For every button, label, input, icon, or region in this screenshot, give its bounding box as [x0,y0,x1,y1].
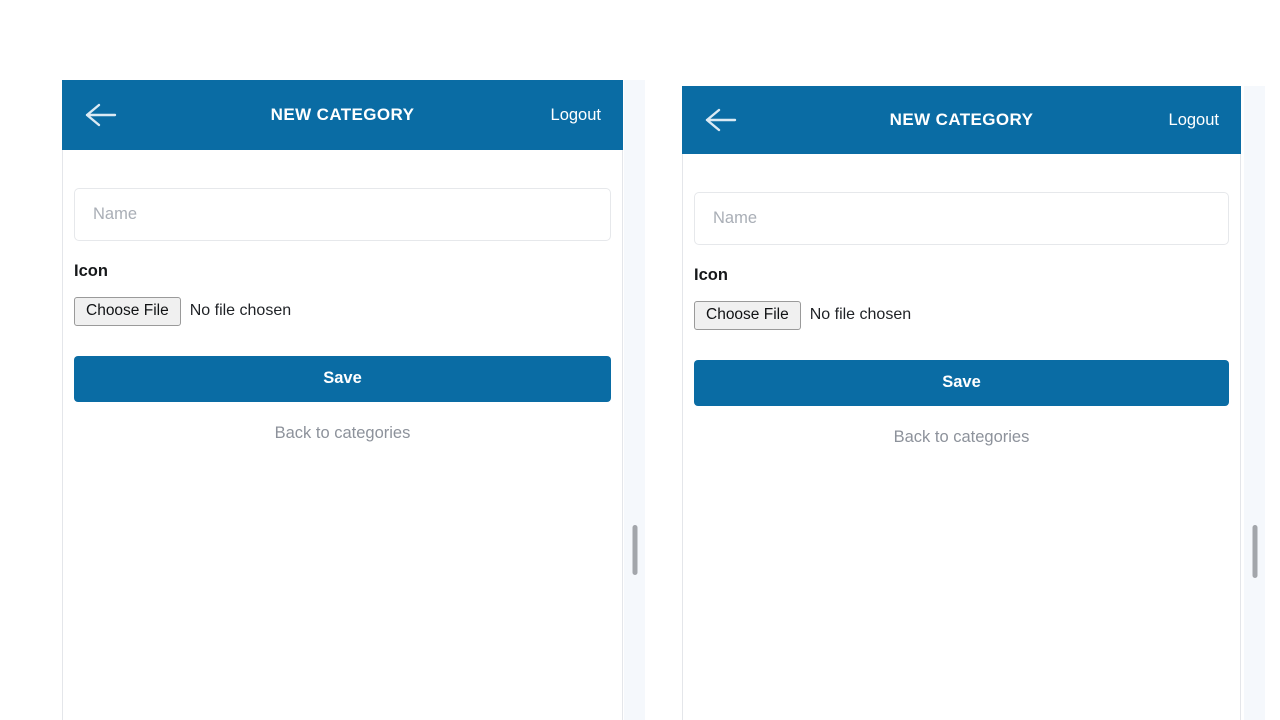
panel-left-edge [682,86,683,720]
no-file-chosen-text-left: No file chosen [189,302,292,320]
category-form-panel-right: NEW CATEGORY Logout Icon Choose File No … [682,86,1241,720]
name-input-right[interactable] [694,192,1229,245]
choose-file-button-left[interactable]: Choose File [74,297,181,326]
back-to-categories-link-left[interactable]: Back to categories [74,424,611,443]
app-body-right: Icon Choose File No file chosen Save Bac… [682,192,1241,447]
panel-left-edge [62,80,63,720]
page-title-left: NEW CATEGORY [270,105,415,124]
app-header-right: NEW CATEGORY Logout [682,86,1241,154]
logout-button-right[interactable]: Logout [1169,111,1219,130]
icon-field-label-right: Icon [694,266,728,284]
category-form-panel-left: NEW CATEGORY Logout Icon Choose File No … [62,80,623,720]
vertical-scrollbar-left[interactable] [624,80,645,720]
page-title-right: NEW CATEGORY [889,110,1034,129]
back-arrow-icon[interactable] [704,100,744,140]
logout-button-left[interactable]: Logout [551,106,601,125]
scrollbar-thumb-left[interactable] [632,525,637,575]
back-arrow-icon[interactable] [84,95,124,135]
back-to-categories-link-right[interactable]: Back to categories [694,428,1229,447]
file-input-row-left: Choose File No file chosen [74,297,611,326]
icon-field-label-left: Icon [74,262,108,280]
vertical-scrollbar-right[interactable] [1244,86,1265,720]
scrollbar-thumb-right[interactable] [1252,525,1257,578]
app-body-left: Icon Choose File No file chosen Save Bac… [62,188,623,443]
panel-right-edge [1240,86,1241,720]
panel-right-edge [622,80,623,720]
no-file-chosen-text-right: No file chosen [809,306,912,324]
name-input-left[interactable] [74,188,611,241]
save-button-left[interactable]: Save [74,355,611,402]
save-button-right[interactable]: Save [694,359,1229,406]
file-input-row-right: Choose File No file chosen [694,301,1229,330]
app-header-left: NEW CATEGORY Logout [62,80,623,150]
choose-file-button-right[interactable]: Choose File [694,301,801,330]
screenshot-stage: NEW CATEGORY Logout Icon Choose File No … [0,0,1280,720]
